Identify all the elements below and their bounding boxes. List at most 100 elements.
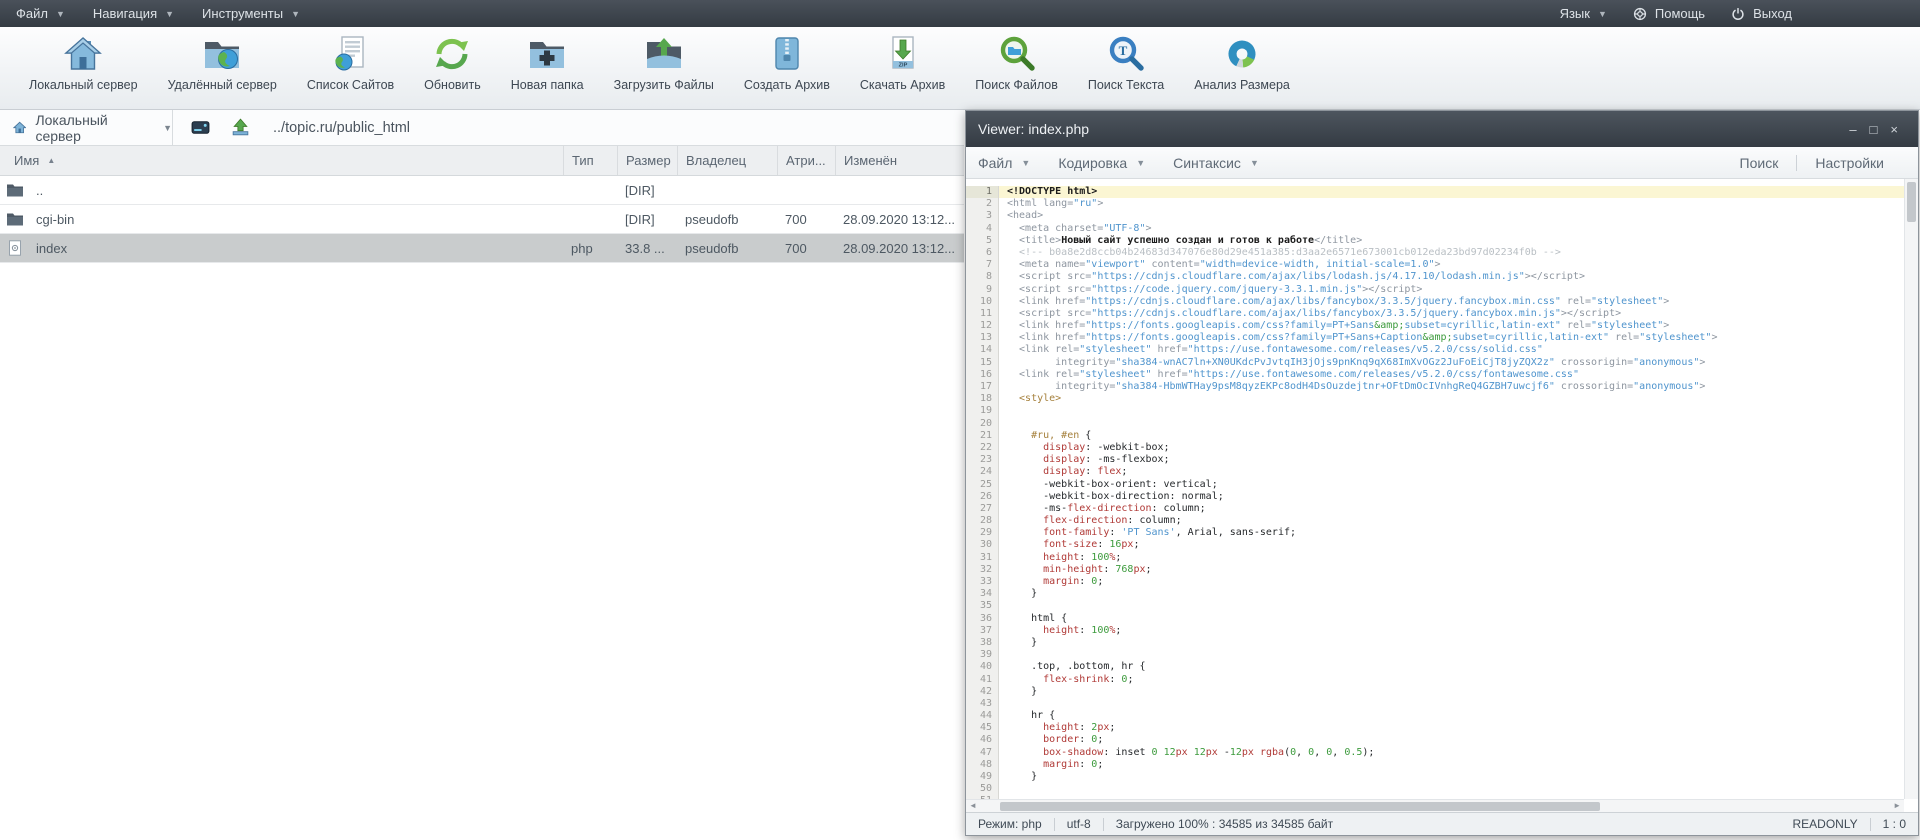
- horizontal-scrollbar-thumb[interactable]: [1000, 802, 1600, 811]
- close-button[interactable]: ×: [1890, 123, 1898, 136]
- toolbar-button-label: Поиск Файлов: [975, 78, 1058, 92]
- scroll-left-arrow-icon[interactable]: ◄: [969, 801, 977, 810]
- line-content: <title>Новый сайт успешно создан и готов…: [999, 235, 1904, 247]
- status-encoding: utf-8: [1067, 817, 1091, 831]
- line-number: 23: [966, 454, 999, 466]
- toolbar-local-server-button[interactable]: Локальный сервер: [14, 33, 153, 92]
- maximize-button[interactable]: □: [1870, 123, 1878, 136]
- divider: [1054, 818, 1055, 831]
- status-mode: Режим: php: [978, 817, 1042, 831]
- line-number: 37: [966, 625, 999, 637]
- code-line: 40 .top, .bottom, hr {: [966, 661, 1904, 673]
- toolbar-site-list-button[interactable]: Список Сайтов: [292, 33, 409, 92]
- toolbar-upload-files-button[interactable]: Загрузить Файлы: [599, 33, 729, 92]
- viewer-menu-encoding[interactable]: Кодировка▼: [1058, 155, 1145, 171]
- line-number: 6: [966, 247, 999, 259]
- code-line: 14 <link rel="stylesheet" href="https://…: [966, 344, 1904, 356]
- folder-icon: [6, 211, 24, 227]
- menu-label: Язык: [1560, 6, 1590, 21]
- toolbar-button-label: Загрузить Файлы: [614, 78, 714, 92]
- file-row-cgi-bin[interactable]: cgi-bin[DIR]pseudofb70028.09.2020 13:12.…: [0, 205, 964, 234]
- toolbar-search-files-button[interactable]: Поиск Файлов: [960, 33, 1073, 92]
- column-header-0[interactable]: Имя▲: [0, 146, 563, 175]
- local-server-icon: [62, 33, 104, 75]
- file-row-index[interactable]: indexphp33.8 ...pseudofb70028.09.2020 13…: [0, 234, 964, 263]
- toolbar-button-label: Список Сайтов: [307, 78, 394, 92]
- line-number: 11: [966, 308, 999, 320]
- line-number: 7: [966, 259, 999, 271]
- toolbar-search-text-button[interactable]: TПоиск Текста: [1073, 33, 1179, 92]
- column-header-2[interactable]: Размер: [617, 146, 677, 175]
- line-number: 47: [966, 747, 999, 759]
- line-number: 27: [966, 503, 999, 515]
- code-line: 13 <link href="https://fonts.googleapis.…: [966, 332, 1904, 344]
- server-selector[interactable]: Локальный сервер ▼: [0, 110, 173, 145]
- scroll-right-arrow-icon[interactable]: ►: [1893, 801, 1901, 810]
- line-content: display: -webkit-box;: [999, 442, 1904, 454]
- vertical-scrollbar[interactable]: [1904, 179, 1918, 799]
- vertical-scrollbar-thumb[interactable]: [1907, 182, 1916, 222]
- column-header-5[interactable]: Изменён: [835, 146, 964, 175]
- line-number: 1: [966, 186, 999, 198]
- toolbar-refresh-button[interactable]: Обновить: [409, 33, 496, 92]
- viewer-window: Viewer: index.php –□× Файл▼Кодировка▼Син…: [965, 110, 1919, 836]
- line-content: hr {: [999, 710, 1904, 722]
- minimize-button[interactable]: –: [1849, 123, 1856, 136]
- line-number: 3: [966, 210, 999, 222]
- toolbar-download-archive-button[interactable]: ZIPСкачать Архив: [845, 33, 960, 92]
- search-files-icon: [996, 33, 1038, 75]
- line-content: }: [999, 637, 1904, 649]
- line-number: 41: [966, 674, 999, 686]
- new-folder-icon: [526, 33, 568, 75]
- menu-tools[interactable]: Инструменты▼: [190, 0, 316, 27]
- code-line: 43: [966, 698, 1904, 710]
- file-row-..[interactable]: ..[DIR]: [0, 176, 964, 205]
- viewer-action-search[interactable]: Поиск: [1722, 155, 1797, 171]
- code-line: 33 margin: 0;: [966, 576, 1904, 588]
- viewer-menu-syntax[interactable]: Синтаксис▼: [1173, 155, 1259, 171]
- code-line: 10 <link href="https://cdnjs.cloudflare.…: [966, 296, 1904, 308]
- menu-logout[interactable]: Выход: [1731, 0, 1792, 27]
- viewer-menu-label: Файл: [978, 155, 1012, 171]
- code-line: 27 -ms-flex-direction: column;: [966, 503, 1904, 515]
- toolbar-button-label: Поиск Текста: [1088, 78, 1164, 92]
- line-number: 30: [966, 539, 999, 551]
- menubar-right: Язык▼ Помощь Выход: [1560, 0, 1920, 27]
- file-type: php: [563, 241, 617, 256]
- line-number: 9: [966, 284, 999, 296]
- status-loaded: Загружено 100% : 34585 из 34585 байт: [1116, 817, 1333, 831]
- line-number: 31: [966, 552, 999, 564]
- line-content: <!DOCTYPE html>: [999, 186, 1904, 198]
- refresh-icon: [431, 33, 473, 75]
- code-line: 44 hr {: [966, 710, 1904, 722]
- menu-file[interactable]: Файл▼: [4, 0, 81, 27]
- code-line: 20: [966, 418, 1904, 430]
- menu-help[interactable]: Помощь: [1633, 0, 1705, 27]
- menu-language[interactable]: Язык▼: [1560, 0, 1607, 27]
- menu-label: Помощь: [1655, 6, 1705, 21]
- line-number: 8: [966, 271, 999, 283]
- toolbar-remote-server-button[interactable]: Удалённый сервер: [153, 33, 292, 92]
- line-content: html {: [999, 613, 1904, 625]
- chevron-down-icon: ▼: [1136, 158, 1145, 168]
- toolbar-create-archive-button[interactable]: Создать Архив: [729, 33, 845, 92]
- toolbar-new-folder-button[interactable]: Новая папка: [496, 33, 599, 92]
- line-number: 21: [966, 430, 999, 442]
- line-number: 45: [966, 722, 999, 734]
- viewer-menu-file[interactable]: Файл▼: [978, 155, 1030, 171]
- line-number: 35: [966, 600, 999, 612]
- column-header-label: Изменён: [844, 153, 897, 168]
- viewer-action-settings[interactable]: Настройки: [1797, 155, 1902, 171]
- column-header-4[interactable]: Атри...: [777, 146, 835, 175]
- line-number: 24: [966, 466, 999, 478]
- toolbar-button-label: Создать Архив: [744, 78, 830, 92]
- menu-navigation[interactable]: Навигация▼: [81, 0, 190, 27]
- column-header-1[interactable]: Тип: [563, 146, 617, 175]
- line-content: [999, 783, 1904, 795]
- toolbar-size-analysis-button[interactable]: Анализ Размера: [1179, 33, 1305, 92]
- go-up-button[interactable]: [227, 116, 253, 140]
- column-header-3[interactable]: Владелец: [677, 146, 777, 175]
- line-content: <link rel="stylesheet" href="https://use…: [999, 344, 1904, 356]
- disk-info-button[interactable]: [187, 116, 213, 140]
- horizontal-scrollbar[interactable]: ◄ ►: [966, 799, 1904, 812]
